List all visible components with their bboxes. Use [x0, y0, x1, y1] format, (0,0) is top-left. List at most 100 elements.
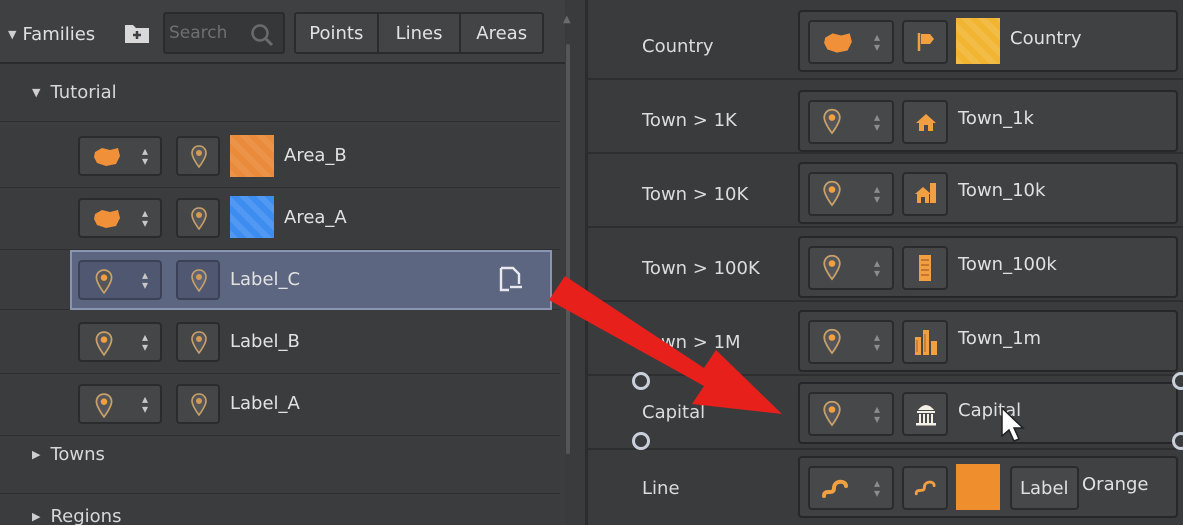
area-shape-icon [94, 148, 120, 166]
tab-lines[interactable]: Lines [379, 14, 462, 52]
map-pin-icon [95, 393, 113, 419]
geometry-selector[interactable]: ▴ ▾ [808, 100, 894, 144]
resize-handle-top-left[interactable] [632, 372, 650, 390]
tab-points[interactable]: Points [296, 14, 379, 52]
style-button[interactable] [902, 466, 948, 510]
rule-family-name: Town_1m [958, 328, 1042, 349]
map-pin-icon [191, 207, 207, 231]
spin-arrows-icon: ▴ ▾ [141, 392, 148, 416]
geometry-selector[interactable]: ▴ ▾ [808, 246, 894, 290]
family-name: Area_A [284, 207, 347, 228]
rule-family-field[interactable]: ▴ ▾ Town_10k [798, 162, 1178, 224]
resize-handle-bottom-left[interactable] [632, 432, 650, 450]
rule-family-field[interactable]: ▴ ▾ Country [798, 10, 1178, 72]
geometry-selector[interactable]: ▴ ▾ [808, 172, 894, 216]
style-button[interactable] [902, 172, 948, 216]
spin-arrows-icon: ▴ ▾ [873, 476, 880, 500]
family-row-label-c-selected[interactable]: ▴ ▾ Label_C [70, 250, 552, 310]
map-pin-icon [191, 393, 207, 417]
color-swatch[interactable] [956, 464, 1000, 510]
geometry-selector[interactable]: ▴ ▾ [78, 322, 162, 362]
family-name: Area_B [284, 145, 347, 166]
family-row-label-b[interactable]: ▴ ▾ Label_B [0, 312, 560, 374]
style-button[interactable] [902, 392, 948, 436]
rule-label: Capital [642, 402, 706, 423]
spin-arrows-icon: ▴ ▾ [873, 256, 880, 280]
family-name: Label_B [230, 331, 300, 352]
group-label: Tutorial [50, 82, 117, 103]
geometry-selector[interactable]: ▴ ▾ [78, 384, 162, 424]
geometry-selector[interactable]: ▴ ▾ [78, 198, 162, 238]
geometry-selector[interactable]: ▴ ▾ [808, 466, 894, 510]
families-panel: ▼ Families Points Lines Areas ▼ Tutorial [0, 0, 571, 525]
group-regions[interactable]: ▶ Regions [0, 494, 560, 525]
geometry-selector[interactable]: ▴ ▾ [78, 260, 162, 300]
geometry-selector[interactable]: ▴ ▾ [808, 320, 894, 364]
rule-family-name: Town_100k [958, 254, 1057, 275]
color-swatch[interactable] [230, 135, 274, 177]
families-dropdown[interactable]: ▼ Families [8, 20, 95, 48]
color-swatch[interactable] [956, 18, 1000, 64]
color-swatch[interactable] [230, 196, 274, 238]
spin-arrows-icon: ▴ ▾ [873, 402, 880, 426]
rule-family-field[interactable]: ▴ ▾ Town_1m [798, 310, 1178, 372]
line-icon [914, 480, 936, 496]
triangle-down-icon: ▼ [32, 86, 41, 99]
family-row-area-b[interactable]: ▴ ▾ Area_B [0, 126, 560, 188]
group-towns[interactable]: ▶ Towns [0, 436, 560, 494]
search-box[interactable] [163, 12, 285, 54]
geometry-selector[interactable]: ▴ ▾ [808, 392, 894, 436]
rule-label: Town > 10K [642, 184, 749, 205]
rule-family-name: Country [1010, 28, 1082, 49]
scrollbar-thumb[interactable] [566, 44, 570, 454]
rule-row-town-100k: Town > 100K ▴ ▾ Town_100k [588, 230, 1183, 302]
style-button[interactable] [176, 384, 220, 424]
style-button[interactable] [176, 322, 220, 362]
style-button[interactable] [902, 100, 948, 144]
map-pin-icon [95, 331, 113, 357]
rule-family-name: Town_1k [958, 108, 1034, 129]
style-button[interactable] [902, 246, 948, 290]
geometry-selector[interactable]: ▴ ▾ [78, 136, 162, 176]
style-button[interactable] [176, 198, 220, 238]
line-icon [822, 479, 848, 498]
style-button[interactable] [902, 20, 948, 64]
scroll-up-icon[interactable]: ▲ [563, 14, 571, 25]
add-folder-icon[interactable] [124, 22, 150, 44]
search-input[interactable] [169, 20, 249, 46]
rule-family-field[interactable]: ▴ ▾ Label Orange [798, 456, 1178, 518]
copy-page-icon[interactable] [498, 266, 524, 294]
map-pin-icon [191, 269, 207, 293]
rule-family-field[interactable]: ▴ ▾ Town_100k [798, 236, 1178, 298]
vertical-scrollbar[interactable]: ▲ [562, 14, 574, 454]
tab-areas[interactable]: Areas [461, 14, 542, 52]
search-icon[interactable] [249, 22, 275, 48]
family-row-label-a[interactable]: ▴ ▾ Label_A [0, 374, 560, 436]
geometry-selector[interactable]: ▴ ▾ [808, 20, 894, 64]
spin-arrows-icon: ▴ ▾ [873, 330, 880, 354]
rule-label: Town > 1M [642, 332, 741, 353]
group-tutorial[interactable]: ▼ Tutorial [0, 64, 560, 122]
map-pin-icon [823, 180, 841, 207]
rule-family-field[interactable]: ▴ ▾ Town_1k [798, 90, 1178, 152]
triangle-right-icon: ▶ [32, 448, 41, 461]
rule-family-field[interactable]: ▴ ▾ Capital [798, 382, 1178, 444]
spin-arrows-icon: ▴ ▾ [873, 30, 880, 54]
families-toolbar: ▼ Families Points Lines Areas [0, 0, 565, 64]
family-name: Label_A [230, 393, 300, 414]
label-tag-button[interactable]: Label [1010, 466, 1079, 510]
resize-handle-top-right[interactable] [1172, 372, 1183, 390]
capitol-icon [916, 405, 936, 426]
family-name: Label_C [230, 269, 301, 290]
style-button[interactable] [176, 136, 220, 176]
family-row-area-a[interactable]: ▴ ▾ Area_A [0, 188, 560, 250]
area-shape-icon [824, 33, 852, 53]
flag-icon [917, 33, 934, 51]
resize-handle-bottom-right[interactable] [1172, 432, 1183, 450]
style-button[interactable] [176, 260, 220, 300]
rule-label: Country [642, 36, 714, 57]
map-pin-icon [823, 108, 841, 135]
building-icon [919, 255, 931, 281]
style-button[interactable] [902, 320, 948, 364]
families-title: Families [22, 23, 96, 45]
